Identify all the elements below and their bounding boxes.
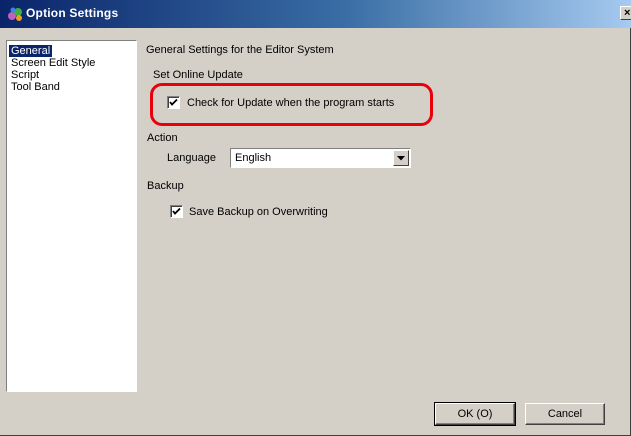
ok-button[interactable]: OK (O) — [434, 402, 516, 426]
sidebar-item-tool-band[interactable]: Tool Band — [9, 81, 62, 93]
checkmark-icon — [172, 207, 181, 215]
backup-group-label: Backup — [147, 180, 184, 192]
action-group-label: Action — [147, 132, 178, 144]
cancel-button[interactable]: Cancel — [525, 403, 605, 425]
dropdown-arrow-icon[interactable] — [393, 150, 409, 166]
app-settings-icon — [7, 6, 24, 22]
online-update-group-label: Set Online Update — [153, 69, 243, 81]
section-heading: General Settings for the Editor System — [146, 44, 334, 56]
language-label: Language — [167, 152, 216, 164]
checkmark-icon — [169, 98, 178, 106]
option-settings-dialog: Option Settings × General Screen Edit St… — [0, 0, 631, 436]
check-update-label[interactable]: Check for Update when the program starts — [187, 97, 394, 109]
save-backup-label[interactable]: Save Backup on Overwriting — [189, 206, 328, 218]
sidebar-item-screen-edit-style[interactable]: Screen Edit Style — [9, 57, 97, 69]
title-bar[interactable]: Option Settings × — [0, 0, 631, 28]
sidebar-item-general[interactable]: General — [9, 45, 53, 57]
check-update-checkbox[interactable] — [167, 96, 180, 109]
language-select-value: English — [235, 152, 272, 164]
close-button[interactable]: × — [620, 6, 631, 20]
save-backup-checkbox[interactable] — [170, 205, 183, 218]
window-title: Option Settings — [26, 6, 119, 20]
settings-category-list[interactable]: General Screen Edit Style Script Tool Ba… — [6, 40, 137, 392]
sidebar-item-script[interactable]: Script — [9, 69, 41, 81]
language-select[interactable]: English — [230, 148, 411, 168]
